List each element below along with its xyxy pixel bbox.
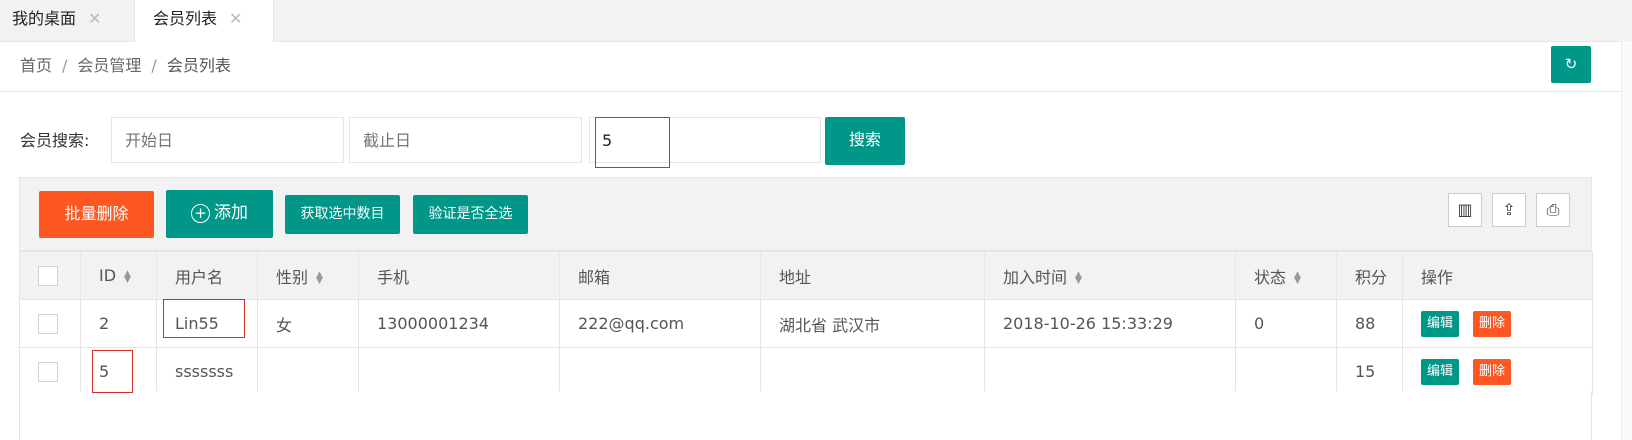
tab-member-list[interactable]: 会员列表 ✕: [134, 0, 274, 42]
breadcrumb-section[interactable]: 会员管理: [77, 56, 141, 75]
header-label: 加入时间: [1003, 267, 1068, 287]
cell-phone: [358, 347, 560, 396]
cell-points: 88: [1336, 299, 1403, 348]
cell-phone: 13000001234: [358, 299, 560, 348]
row-checkbox[interactable]: [38, 313, 58, 334]
refresh-button[interactable]: ↻: [1551, 46, 1591, 83]
edit-button[interactable]: 编辑: [1421, 358, 1460, 385]
column-header-actions: 操作: [1402, 251, 1593, 300]
columns-icon[interactable]: ▥: [1448, 193, 1482, 227]
cell-actions: 编辑 删除: [1402, 347, 1593, 396]
breadcrumb-current: 会员列表: [166, 56, 231, 75]
highlight-box: [92, 350, 133, 393]
close-icon[interactable]: ✕: [88, 9, 101, 28]
column-header-points: 积分: [1336, 251, 1403, 300]
tab-bar: 我的桌面 ✕ 会员列表 ✕: [0, 0, 1632, 42]
add-button[interactable]: + 添加: [166, 190, 273, 238]
delete-button[interactable]: 删除: [1473, 358, 1512, 385]
cell-username: sssssss: [156, 347, 258, 396]
column-header-status[interactable]: 状态 ▲ ▼: [1235, 251, 1337, 300]
end-date-input[interactable]: [349, 117, 582, 163]
scrollbar[interactable]: [1621, 41, 1632, 440]
header-label: 操作: [1421, 267, 1454, 287]
tab-member-list-label: 会员列表: [153, 9, 218, 28]
cell-status: 0: [1235, 299, 1337, 348]
header-label: 性别: [276, 267, 309, 287]
member-table: ID ▲ ▼ 用户名 性别 ▲ ▼ 手机 邮箱 地址 加入时间 ▲ ▼ 状态 ▲ ▼ 积分 操作…: [19, 251, 1593, 396]
batch-delete-button[interactable]: 批量删除: [39, 191, 154, 238]
table-empty-area: [19, 391, 1592, 440]
column-header-joined[interactable]: 加入时间 ▲ ▼: [984, 251, 1236, 300]
column-header-gender[interactable]: 性别 ▲ ▼: [257, 251, 359, 300]
tab-desktop-label: 我的桌面: [12, 9, 77, 28]
export-icon[interactable]: ⇪: [1492, 193, 1526, 227]
print-icon[interactable]: ⎙: [1536, 193, 1570, 227]
close-icon[interactable]: ✕: [229, 9, 242, 28]
search-button[interactable]: 搜索: [825, 117, 905, 165]
edit-button[interactable]: 编辑: [1421, 310, 1460, 337]
highlight-box: [595, 117, 670, 168]
table-header-row: ID ▲ ▼ 用户名 性别 ▲ ▼ 手机 邮箱 地址 加入时间 ▲ ▼ 状态 ▲ ▼ 积分 操作: [19, 251, 1593, 300]
cell-email: [559, 347, 761, 396]
cell-email: 222@qq.com: [559, 299, 761, 348]
row-select-cell: [19, 299, 81, 348]
plus-circle-icon: +: [191, 203, 210, 223]
header-label: 地址: [779, 267, 812, 287]
cell-status: [1235, 347, 1337, 396]
add-button-label: 添加: [214, 203, 248, 223]
cell-address: [760, 347, 985, 396]
search-label: 会员搜索:: [20, 131, 90, 150]
column-header-username: 用户名: [156, 251, 258, 300]
header-label: 状态: [1254, 267, 1287, 287]
sort-icon[interactable]: ▲ ▼: [316, 271, 323, 286]
cell-joined: [984, 347, 1236, 396]
header-label: 手机: [377, 267, 410, 287]
header-label: 邮箱: [578, 267, 611, 287]
select-all-checkbox[interactable]: [38, 265, 58, 286]
select-all-cell: [19, 251, 81, 300]
cell-gender: 女: [257, 299, 359, 348]
delete-button[interactable]: 删除: [1473, 310, 1512, 337]
header-label: ID: [99, 266, 117, 285]
table-row: 5 sssssss 15 编辑 删除: [19, 347, 1593, 396]
verify-select-all-button[interactable]: 验证是否全选: [413, 195, 528, 234]
column-header-phone: 手机: [358, 251, 560, 300]
tab-desktop[interactable]: 我的桌面 ✕: [0, 0, 136, 41]
cell-joined: 2018-10-26 15:33:29: [984, 299, 1236, 348]
column-header-email: 邮箱: [559, 251, 761, 300]
sort-icon[interactable]: ▲ ▼: [1294, 271, 1301, 286]
breadcrumb: 首页 / 会员管理 / 会员列表: [20, 52, 231, 76]
cell-points: 15: [1336, 347, 1403, 396]
column-header-id[interactable]: ID ▲ ▼: [80, 251, 157, 300]
cell-actions: 编辑 删除: [1402, 299, 1593, 348]
table-row: 2 Lin55 女 13000001234 222@qq.com 湖北省 武汉市…: [19, 299, 1593, 348]
cell-gender: [257, 347, 359, 396]
header-label: 积分: [1355, 267, 1388, 287]
start-date-input[interactable]: [111, 117, 344, 163]
cell-address: 湖北省 武汉市: [760, 299, 985, 348]
breadcrumb-separator: /: [151, 56, 157, 75]
breadcrumb-home[interactable]: 首页: [20, 56, 52, 75]
row-select-cell: [19, 347, 81, 396]
divider: [0, 91, 1620, 92]
header-label: 用户名: [175, 267, 224, 287]
get-selected-count-button[interactable]: 获取选中数目: [285, 195, 400, 234]
column-header-address: 地址: [760, 251, 985, 300]
sort-icon[interactable]: ▲ ▼: [1075, 271, 1082, 286]
highlight-box: [163, 299, 245, 338]
refresh-icon: ↻: [1564, 55, 1578, 73]
cell-id: 2: [80, 299, 157, 348]
sort-icon[interactable]: ▲ ▼: [124, 269, 131, 284]
breadcrumb-separator: /: [62, 56, 68, 75]
row-checkbox[interactable]: [38, 361, 58, 382]
